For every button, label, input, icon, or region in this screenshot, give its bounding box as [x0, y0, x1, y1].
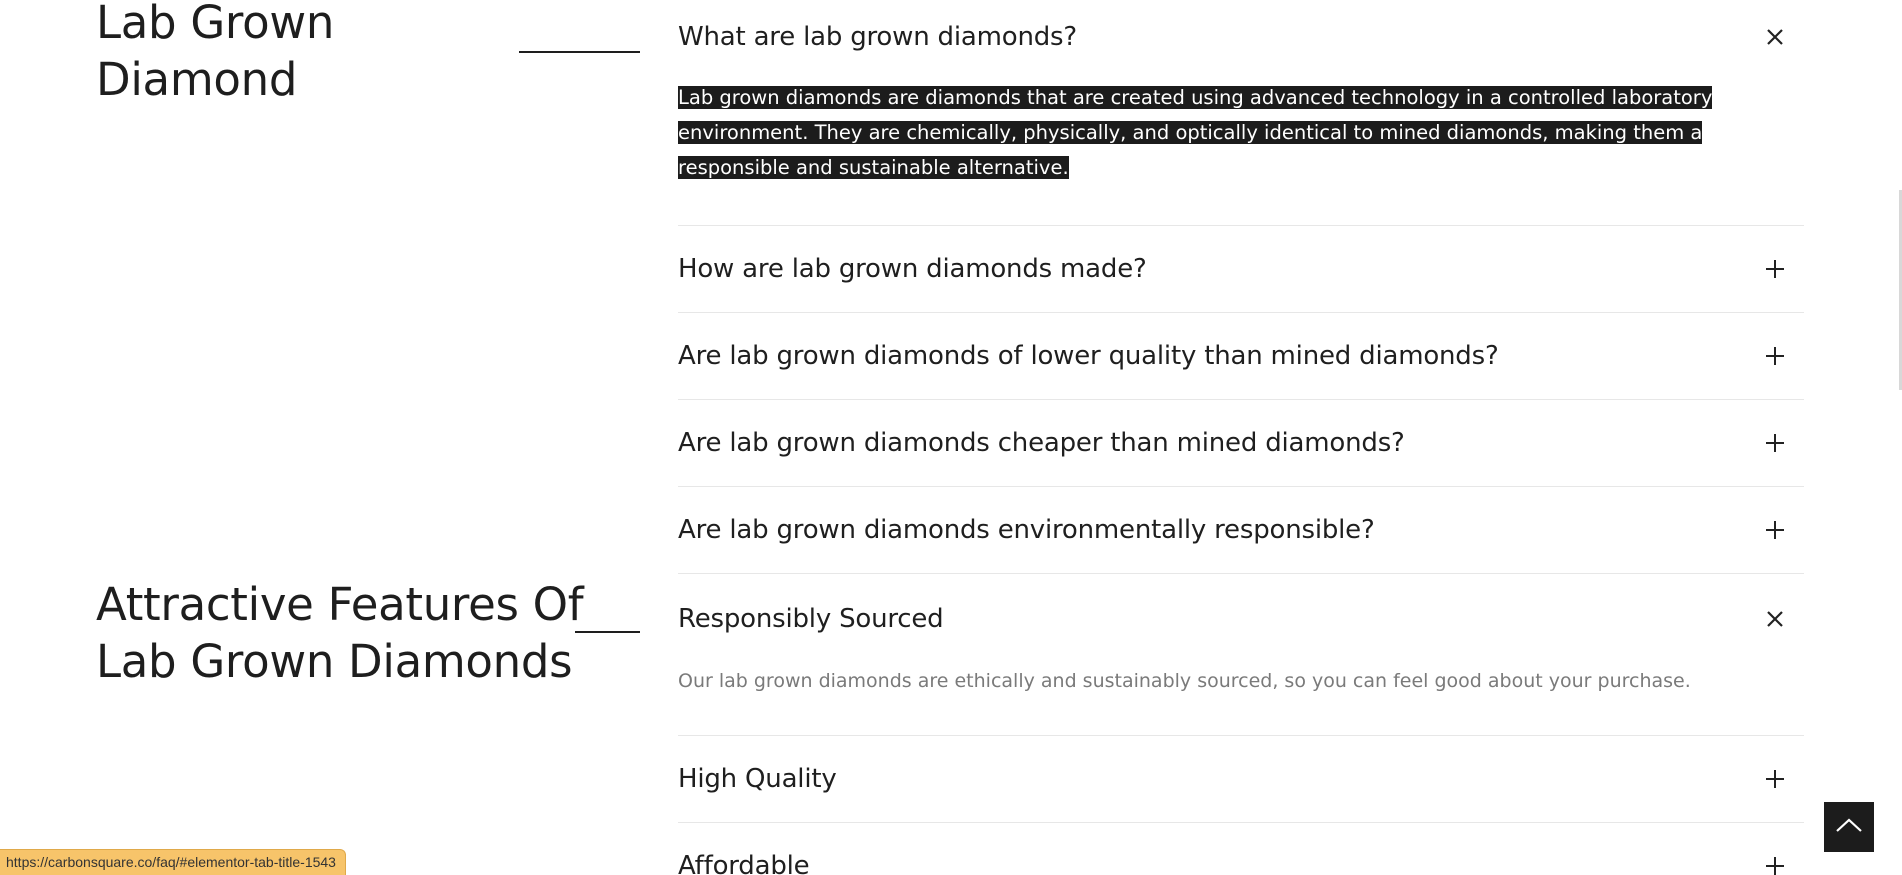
faq-question-quality[interactable]: Are lab grown diamonds of lower quality …	[678, 313, 1804, 399]
faq-item: Are lab grown diamonds environmentally r…	[678, 487, 1804, 574]
feature-question-text: Affordable	[678, 851, 810, 875]
section-title-line-1: Attractive Features Of	[96, 578, 584, 631]
feature-item: Affordable	[678, 823, 1804, 875]
faq-question-what-are[interactable]: What are lab grown diamonds?	[678, 0, 1804, 80]
faq-question-environment[interactable]: Are lab grown diamonds environmentally r…	[678, 487, 1804, 573]
feature-question-text: Responsibly Sourced	[678, 604, 944, 634]
feature-item-open: Responsibly Sourced Our lab grown diamon…	[678, 576, 1804, 736]
section-title-line-2: Lab Grown Diamonds	[96, 635, 573, 688]
plus-icon[interactable]	[1760, 254, 1790, 284]
feature-item: High Quality	[678, 736, 1804, 823]
feature-answer: Our lab grown diamonds are ethically and…	[678, 670, 1691, 692]
feature-question-text: High Quality	[678, 764, 837, 794]
close-icon[interactable]	[1760, 22, 1790, 52]
plus-icon[interactable]	[1760, 515, 1790, 545]
faq-item: Are lab grown diamonds of lower quality …	[678, 313, 1804, 400]
faq-item: How are lab grown diamonds made?	[678, 226, 1804, 313]
section-title-lab-grown-diamond: Lab Grown Diamond	[96, 0, 334, 108]
faq-question-text: Are lab grown diamonds cheaper than mine…	[678, 428, 1405, 458]
faq-question-cheaper[interactable]: Are lab grown diamonds cheaper than mine…	[678, 400, 1804, 486]
faq-question-text: Are lab grown diamonds environmentally r…	[678, 515, 1375, 545]
features-accordion: Responsibly Sourced Our lab grown diamon…	[678, 576, 1804, 875]
faq-question-how-made[interactable]: How are lab grown diamonds made?	[678, 226, 1804, 312]
feature-question-affordable[interactable]: Affordable	[678, 823, 1804, 875]
section-title-line-2: Diamond	[96, 53, 298, 106]
plus-icon[interactable]	[1760, 341, 1790, 371]
plus-icon[interactable]	[1760, 764, 1790, 794]
plus-icon[interactable]	[1760, 428, 1790, 458]
faq-question-text: How are lab grown diamonds made?	[678, 254, 1147, 284]
faq-item-open: What are lab grown diamonds? Lab grown d…	[678, 0, 1804, 226]
faq-question-text: Are lab grown diamonds of lower quality …	[678, 341, 1499, 371]
plus-icon[interactable]	[1760, 851, 1790, 875]
faq-question-text: What are lab grown diamonds?	[678, 22, 1077, 52]
faq-answer-text: Lab grown diamonds are diamonds that are…	[678, 86, 1713, 179]
scroll-to-top-button[interactable]	[1824, 802, 1874, 852]
section-title-attractive-features: Attractive Features Of Lab Grown Diamond…	[96, 576, 584, 690]
feature-question-high-quality[interactable]: High Quality	[678, 736, 1804, 822]
faq-accordion: What are lab grown diamonds? Lab grown d…	[678, 0, 1804, 574]
chevron-up-icon	[1835, 817, 1863, 837]
faq-item: Are lab grown diamonds cheaper than mine…	[678, 400, 1804, 487]
status-bar-url: https://carbonsquare.co/faq/#elementor-t…	[0, 849, 346, 875]
section-title-line-1: Lab Grown	[96, 0, 335, 49]
section-divider-line	[519, 51, 640, 53]
feature-question-responsibly-sourced[interactable]: Responsibly Sourced	[678, 576, 1804, 662]
faq-answer: Lab grown diamonds are diamonds that are…	[678, 80, 1804, 225]
close-icon[interactable]	[1760, 604, 1790, 634]
section-divider-line	[575, 631, 640, 633]
page: Lab Grown Diamond What are lab grown dia…	[0, 0, 1902, 875]
